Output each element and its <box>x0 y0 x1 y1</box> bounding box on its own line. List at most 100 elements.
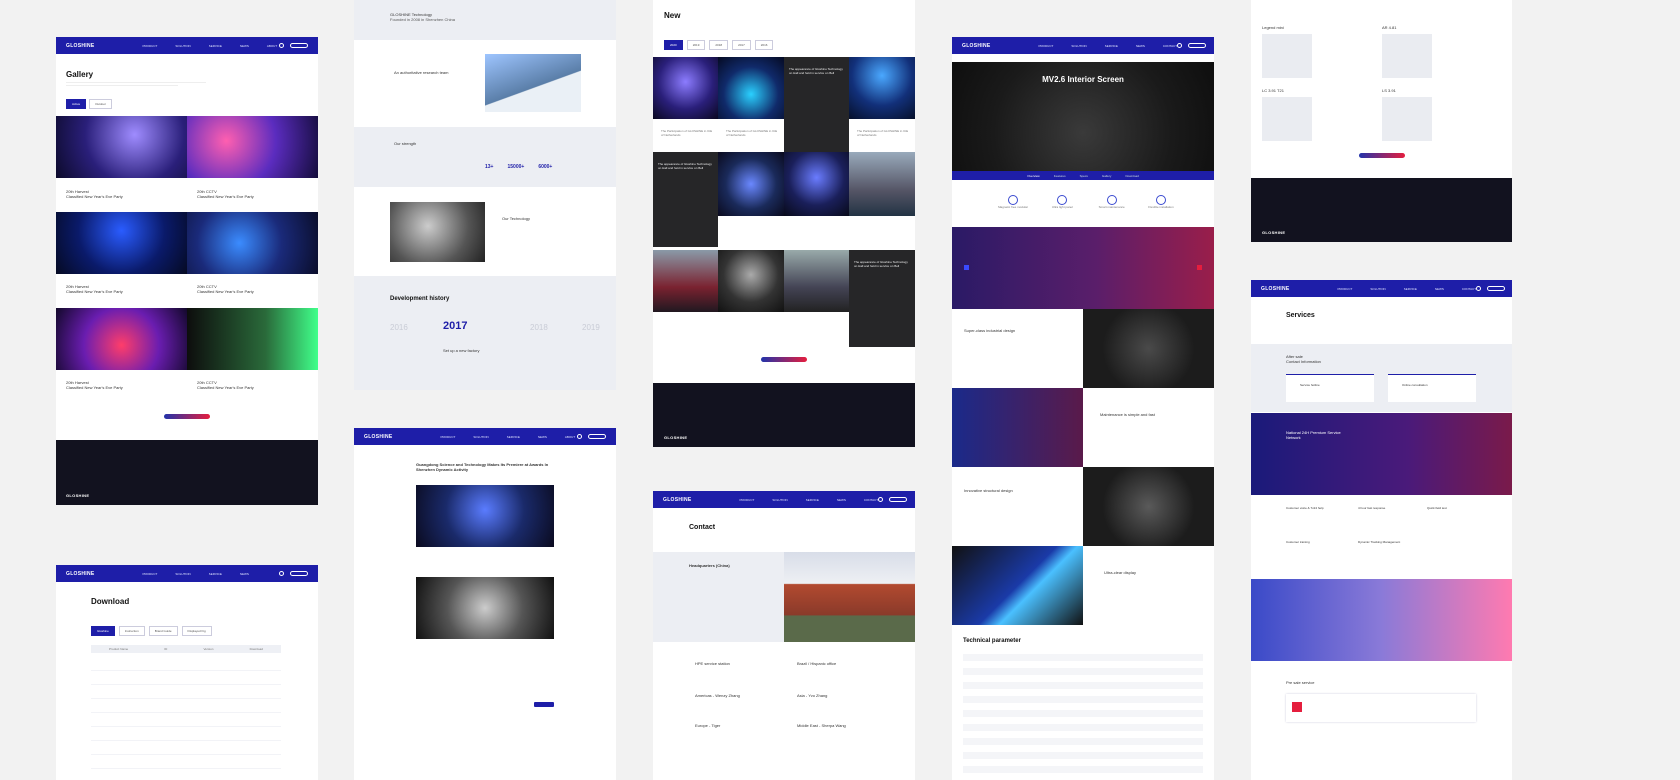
nav-news[interactable]: NEWS <box>240 572 249 576</box>
year-tab[interactable]: 2016 <box>754 40 774 50</box>
nav-solution[interactable]: SOLUTION <box>473 435 488 439</box>
nav-product[interactable]: PRODUCT <box>1039 44 1054 48</box>
gallery-item[interactable]: 20th Harvest Classified New Year's Eve Pa… <box>66 189 146 199</box>
product-thumb[interactable] <box>1262 34 1312 78</box>
year-tab[interactable]: 2019 <box>686 40 706 50</box>
gallery-item[interactable]: 20th CCTV Classified New Year's Eve Party <box>197 189 277 199</box>
online-card[interactable]: Online consultation <box>1388 374 1476 402</box>
year-2016[interactable]: 2016 <box>390 323 408 332</box>
news-card-title[interactable]: The Participation of GLOSHINE in ICE of … <box>857 129 909 137</box>
search-icon[interactable] <box>279 43 284 48</box>
nav-news[interactable]: NEWS <box>538 435 547 439</box>
news-card-dark[interactable]: The appearance of Gloshine Technology on… <box>653 152 718 247</box>
gallery-photo[interactable] <box>187 308 318 370</box>
nav-service[interactable]: SERVICE <box>209 44 222 48</box>
logo[interactable]: GLOSHINE <box>364 434 393 440</box>
search-icon[interactable] <box>878 497 884 502</box>
nav-solution[interactable]: SOLUTION <box>772 498 787 502</box>
nav-solution[interactable]: SOLUTION <box>1370 287 1385 291</box>
nav-contact[interactable]: CONTACT <box>1462 287 1476 291</box>
catalog-item-title[interactable]: Legend mini <box>1262 25 1284 30</box>
tab-brand-guide[interactable]: Brand Guide <box>148 626 178 636</box>
news-card-title[interactable]: The Participation of GLOSHINE in ICE of … <box>726 129 778 137</box>
search-icon[interactable] <box>577 434 582 439</box>
nav-news[interactable]: NEWS <box>240 44 249 48</box>
nav-service[interactable]: SERVICE <box>1404 287 1417 291</box>
search-icon[interactable] <box>1476 286 1482 291</box>
nav-news[interactable]: NEWS <box>837 498 846 502</box>
tab-features[interactable]: Features <box>1054 174 1066 178</box>
pagination[interactable] <box>164 414 210 419</box>
year-2019[interactable]: 2019 <box>582 323 600 332</box>
logo[interactable]: GLOSHINE <box>66 571 95 577</box>
language-switch[interactable] <box>290 571 308 576</box>
language-switch[interactable] <box>290 43 308 48</box>
tab-specs[interactable]: Specs <box>1080 174 1088 178</box>
nav-solution[interactable]: SOLUTION <box>1071 44 1086 48</box>
nav-contact[interactable]: CONTACT <box>864 498 878 502</box>
carousel-next[interactable] <box>1197 265 1202 270</box>
language-switch[interactable] <box>588 434 606 439</box>
year-tab[interactable]: 2018 <box>709 40 729 50</box>
language-switch[interactable] <box>1487 286 1506 291</box>
logo[interactable]: GLOSHINE <box>1261 286 1290 292</box>
nav-service[interactable]: SERVICE <box>507 435 520 439</box>
language-switch[interactable] <box>889 497 908 502</box>
nav-service[interactable]: SERVICE <box>1105 44 1118 48</box>
catalog-item-title[interactable]: AR 4.81 <box>1382 25 1396 30</box>
language-switch[interactable] <box>1188 43 1207 48</box>
gallery-item[interactable]: 20th CCTV Classified New Year's Eve Party <box>197 284 277 294</box>
nav-news[interactable]: NEWS <box>1435 287 1444 291</box>
nav-product[interactable]: PRODUCT <box>143 44 158 48</box>
product-carousel[interactable] <box>952 227 1214 309</box>
presale-card[interactable] <box>1286 694 1476 722</box>
gallery-item[interactable]: 20th Harvest Classified New Year's Eve Pa… <box>66 284 146 294</box>
tab-active[interactable]: Active <box>66 99 87 109</box>
tab-gallery[interactable]: Gallery <box>1102 174 1112 178</box>
pagination[interactable] <box>761 357 807 362</box>
news-photo[interactable] <box>718 152 784 216</box>
nav-about[interactable]: ABOUT <box>267 44 277 48</box>
gallery-item[interactable]: 20th Harvest Classified New Year's Eve Pa… <box>66 380 146 390</box>
tab-download[interactable]: Download <box>1125 174 1138 178</box>
hotline-card[interactable]: Service hotline <box>1286 374 1374 402</box>
nav-about[interactable]: ABOUT <box>565 435 575 439</box>
news-photo[interactable] <box>653 250 718 312</box>
news-photo[interactable] <box>849 57 915 119</box>
gallery-photo[interactable] <box>56 116 187 178</box>
year-tab[interactable]: 2020 <box>664 40 683 50</box>
gallery-item[interactable]: 20th CCTV Classified New Year's Eve Party <box>197 380 277 390</box>
gallery-photo[interactable] <box>56 212 187 274</box>
gallery-photo[interactable] <box>56 308 187 370</box>
nav-product[interactable]: PRODUCT <box>740 498 755 502</box>
pagination[interactable] <box>1359 153 1405 158</box>
product-thumb[interactable] <box>1382 34 1432 78</box>
logo[interactable]: GLOSHINE <box>663 497 692 503</box>
next-button[interactable] <box>534 702 554 707</box>
nav-news[interactable]: NEWS <box>1136 44 1145 48</box>
nav-product[interactable]: PRODUCT <box>441 435 456 439</box>
catalog-item-title[interactable]: LS 3.91 <box>1382 88 1396 93</box>
news-photo[interactable] <box>653 57 718 119</box>
catalog-item-title[interactable]: LC 3.91 T21 <box>1262 88 1284 93</box>
news-photo[interactable] <box>849 152 915 216</box>
year-2018[interactable]: 2018 <box>530 323 548 332</box>
tab-overview[interactable]: Overview <box>1027 174 1040 178</box>
nav-solution[interactable]: SOLUTION <box>175 572 190 576</box>
nav-service[interactable]: SERVICE <box>209 572 222 576</box>
news-photo[interactable] <box>784 152 849 216</box>
tab-gloshine[interactable]: Gloshine <box>91 626 115 636</box>
year-2017[interactable]: 2017 <box>443 320 467 332</box>
product-thumb[interactable] <box>1382 97 1432 141</box>
news-photo[interactable] <box>718 250 784 312</box>
product-thumb[interactable] <box>1262 97 1312 141</box>
gallery-photo[interactable] <box>187 116 318 178</box>
tab-displayed-fig[interactable]: Displayed Fig <box>181 626 212 636</box>
gallery-photo[interactable] <box>187 212 318 274</box>
nav-service[interactable]: SERVICE <box>806 498 819 502</box>
nav-product[interactable]: PRODUCT <box>1338 287 1353 291</box>
nav-contact[interactable]: CONTACT <box>1163 44 1177 48</box>
news-photo[interactable] <box>784 250 849 312</box>
tab-outdoor[interactable]: Outdoor <box>89 99 113 109</box>
nav-solution[interactable]: SOLUTION <box>175 44 190 48</box>
